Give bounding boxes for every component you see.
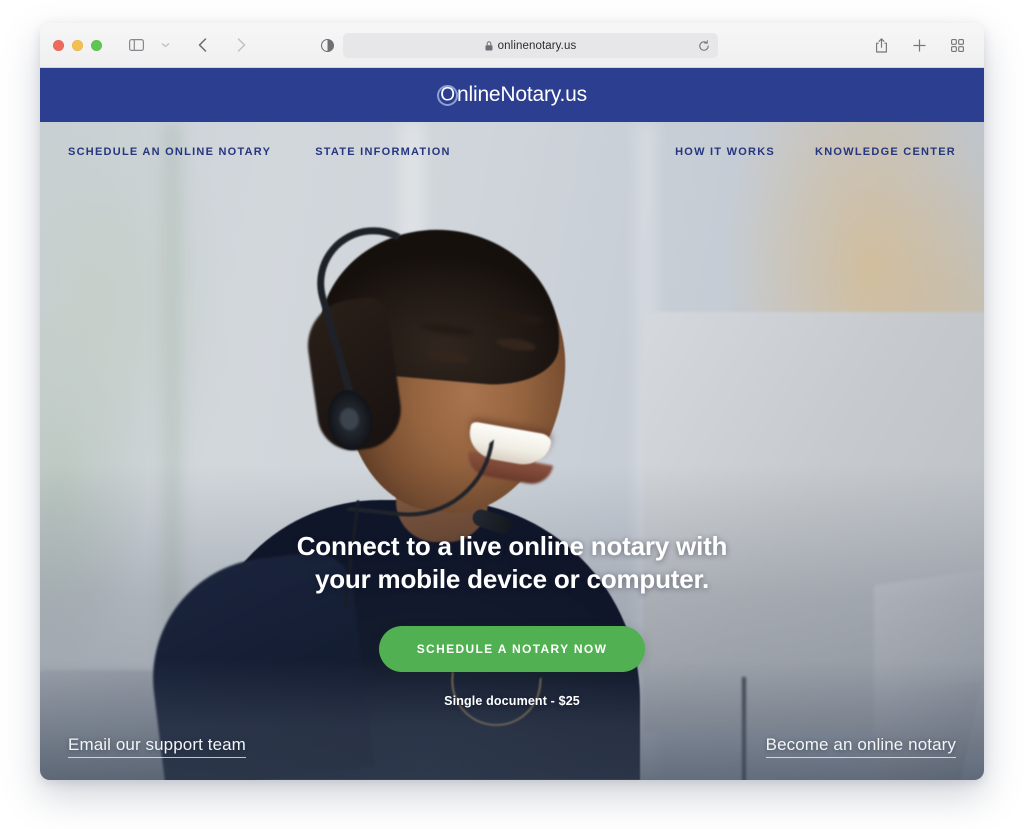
lock-icon: [485, 40, 493, 51]
schedule-notary-button[interactable]: SCHEDULE A NOTARY NOW: [378, 625, 646, 672]
site-navigation: SCHEDULE AN ONLINE NOTARY STATE INFORMAT…: [40, 146, 984, 158]
minimize-window-button[interactable]: [72, 39, 83, 51]
browser-nav-group: [123, 32, 254, 58]
nav-links-left: SCHEDULE AN ONLINE NOTARY STATE INFORMAT…: [68, 146, 451, 158]
nav-item-knowledge-center[interactable]: KNOWLEDGE CENTER: [815, 146, 956, 158]
close-window-button[interactable]: [53, 39, 64, 51]
url-input[interactable]: onlinenotary.us: [343, 33, 718, 58]
logo-text: nlineNotary.us: [457, 83, 587, 106]
hero-content: Connect to a live online notary with you…: [40, 530, 984, 708]
hero-section: SCHEDULE AN ONLINE NOTARY STATE INFORMAT…: [40, 122, 984, 780]
window-controls: [53, 39, 102, 51]
nav-item-how-it-works[interactable]: HOW IT WORKS: [675, 146, 775, 158]
url-text: onlinenotary.us: [497, 39, 577, 52]
logo-mark: O: [440, 84, 455, 106]
email-support-link[interactable]: Email our support team: [68, 735, 246, 758]
browser-window: onlinenotary.us O nlineNotary.us SCHEDUL…: [40, 23, 984, 780]
hero-headline: Connect to a live online notary with you…: [296, 531, 728, 595]
tab-overview-icon[interactable]: [944, 32, 970, 58]
price-note: Single document - $25: [444, 693, 580, 708]
maximize-window-button[interactable]: [91, 39, 102, 51]
reload-icon[interactable]: [698, 39, 710, 52]
logo-ring-icon: O: [437, 84, 459, 106]
plus-icon[interactable]: [906, 32, 932, 58]
page-viewport: O nlineNotary.us SCHEDULE AN ONLINE NOTA…: [40, 68, 984, 780]
back-arrow-icon[interactable]: [189, 32, 215, 58]
forward-arrow-icon[interactable]: [228, 32, 254, 58]
site-header: O nlineNotary.us: [40, 68, 984, 122]
privacy-shield-icon[interactable]: [321, 39, 334, 52]
become-notary-link[interactable]: Become an online notary: [765, 735, 956, 758]
toolbar-actions: [868, 32, 970, 58]
hero-bottom-links: Email our support team Become an online …: [68, 735, 956, 758]
address-bar-region: onlinenotary.us: [321, 33, 718, 58]
chevron-down-icon[interactable]: [152, 32, 178, 58]
site-logo[interactable]: O nlineNotary.us: [437, 83, 587, 107]
url-content: onlinenotary.us: [485, 40, 577, 52]
nav-item-state-information[interactable]: STATE INFORMATION: [315, 146, 451, 158]
nav-links-right: HOW IT WORKS KNOWLEDGE CENTER: [675, 146, 956, 158]
sidebar-toggle-icon[interactable]: [123, 32, 149, 58]
share-icon[interactable]: [868, 32, 894, 58]
browser-toolbar: onlinenotary.us: [40, 23, 984, 68]
nav-item-schedule-an-online-notary[interactable]: SCHEDULE AN ONLINE NOTARY: [68, 146, 271, 158]
